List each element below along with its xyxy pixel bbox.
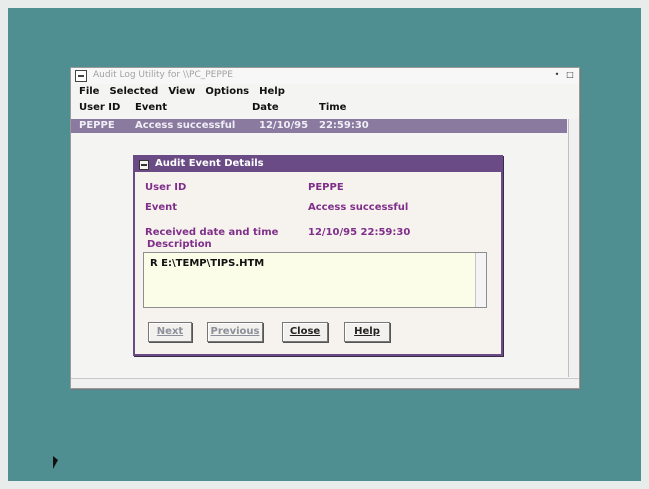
window-title: Audit Log Utility for \\PC_PEPPE: [93, 70, 233, 80]
menu-view[interactable]: View: [168, 84, 195, 100]
cell-time: 22:59:30: [319, 120, 369, 131]
label-description: Description: [147, 239, 212, 250]
description-text: R E:\TEMP\TIPS.HTM: [150, 258, 265, 269]
dialog-titlebar[interactable]: Audit Event Details: [135, 157, 501, 172]
system-menu-icon[interactable]: [75, 70, 87, 82]
header-user-id: User ID: [79, 102, 121, 113]
label-event: Event: [145, 202, 178, 213]
table-row[interactable]: PEPPE Access successful 12/10/95 22:59:3…: [71, 119, 567, 133]
restore-button[interactable]: □: [565, 70, 575, 80]
mouse-pointer-icon: [53, 456, 58, 469]
horizontal-scrollbar[interactable]: [71, 378, 579, 388]
value-event: Access successful: [308, 202, 409, 213]
header-date: Date: [252, 102, 279, 113]
cell-user-id: PEPPE: [79, 120, 115, 131]
dialog-title: Audit Event Details: [155, 158, 264, 169]
menu-file[interactable]: File: [79, 84, 99, 100]
menu-selected[interactable]: Selected: [109, 84, 158, 100]
header-event: Event: [135, 102, 168, 113]
previous-button[interactable]: Previous: [207, 322, 263, 342]
next-button[interactable]: Next: [148, 322, 192, 342]
value-user-id: PEPPE: [308, 182, 344, 193]
vertical-scrollbar[interactable]: [568, 119, 579, 377]
system-menu-icon[interactable]: [139, 160, 149, 170]
menu-help[interactable]: Help: [259, 84, 285, 100]
cell-event: Access successful: [135, 120, 236, 131]
table-header: User ID Event Date Time: [71, 102, 579, 116]
window-titlebar[interactable]: Audit Log Utility for \\PC_PEPPE • □: [71, 68, 579, 85]
close-button[interactable]: Close: [282, 322, 328, 342]
description-textbox[interactable]: R E:\TEMP\TIPS.HTM: [143, 252, 487, 308]
header-time: Time: [319, 102, 347, 113]
cell-date: 12/10/95: [259, 120, 309, 131]
minimize-button[interactable]: •: [552, 70, 562, 80]
help-button[interactable]: Help: [344, 322, 390, 342]
description-scrollbar[interactable]: [475, 253, 486, 307]
menu-options[interactable]: Options: [205, 84, 249, 100]
label-user-id: User ID: [145, 182, 187, 193]
audit-event-details-dialog: Audit Event Details User ID PEPPE Event …: [133, 155, 503, 356]
menu-bar: File Selected View Options Help: [71, 84, 579, 100]
label-received-date-time: Received date and time: [145, 227, 279, 238]
value-received-date-time: 12/10/95 22:59:30: [308, 227, 411, 238]
